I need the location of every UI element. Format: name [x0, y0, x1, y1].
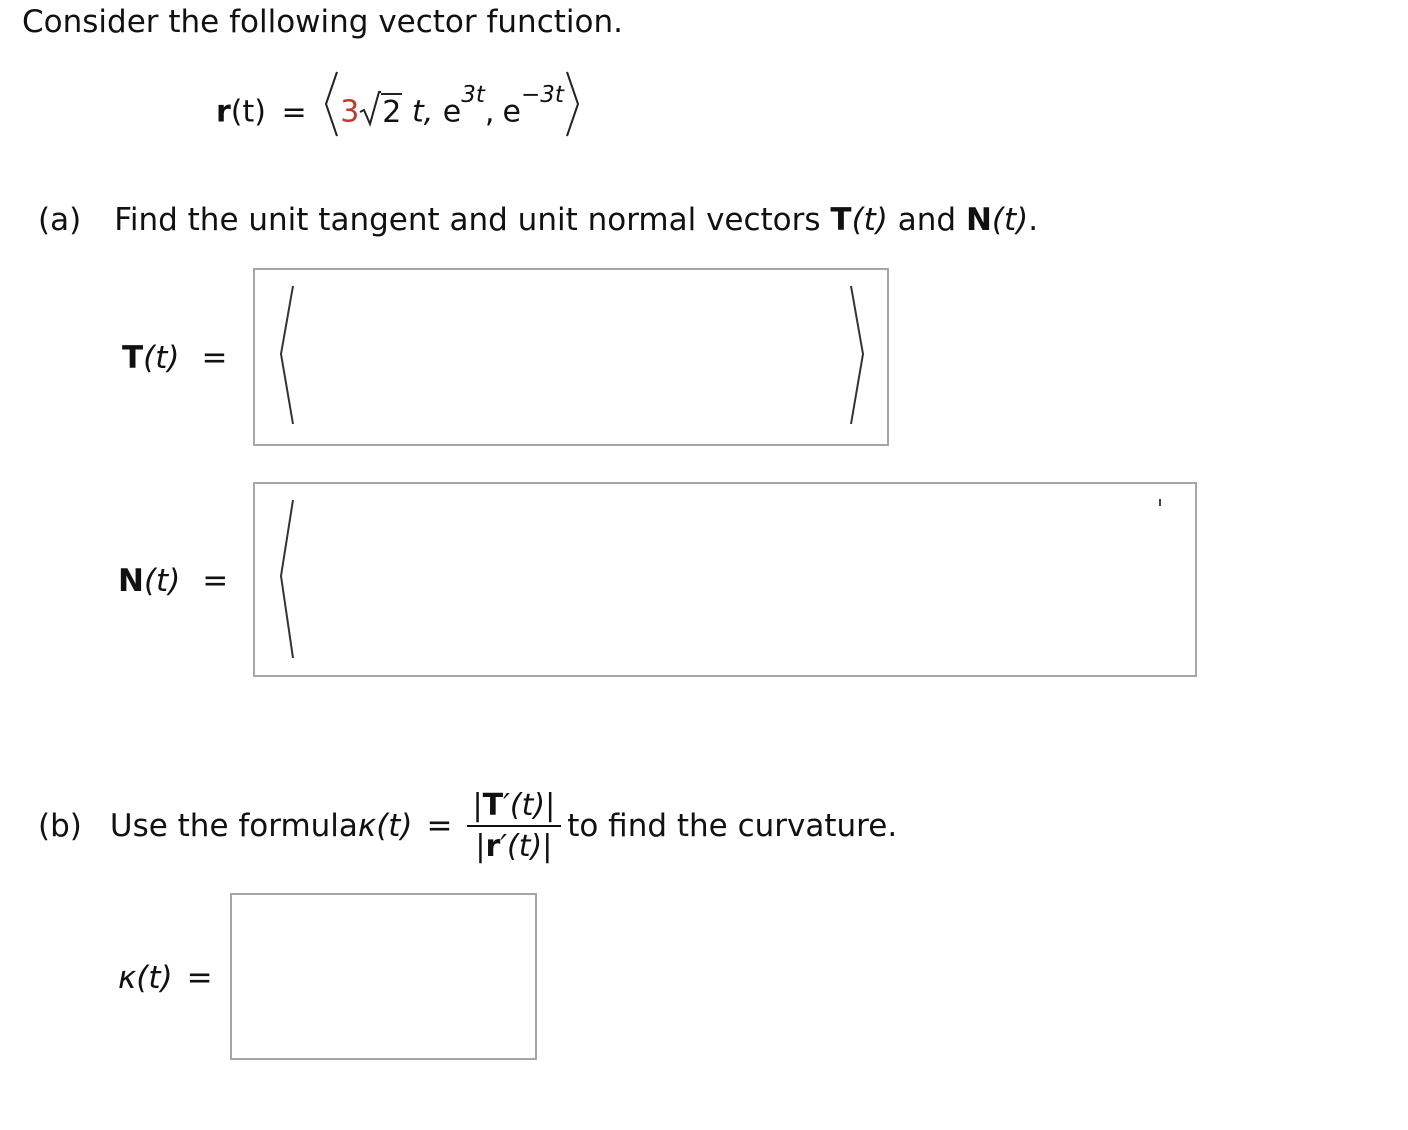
- equals-sign: =: [426, 808, 453, 844]
- kappa-symbol: κ: [357, 808, 377, 844]
- normal-vector-input[interactable]: [253, 482, 1197, 677]
- tangent-vector-input[interactable]: [253, 268, 889, 446]
- left-angle-bracket-icon: [279, 285, 294, 425]
- part-a-heading: (a) Find the unit tangent and unit norma…: [38, 202, 1038, 238]
- right-angle-bracket-icon: [565, 71, 579, 137]
- function-arg: (t): [230, 94, 266, 130]
- right-angle-bracket-icon: [850, 285, 865, 425]
- coefficient: 3: [340, 94, 360, 130]
- function-name: r: [216, 94, 231, 130]
- component-3-base: e: [502, 94, 521, 130]
- comma: ,: [484, 94, 495, 130]
- part-b-label: (b): [38, 808, 82, 844]
- equals-sign: =: [281, 94, 307, 130]
- fraction-denominator: |r′(t)|: [475, 829, 553, 864]
- component-2-exponent: 3t: [461, 81, 485, 108]
- intro-text: Consider the following vector function.: [22, 4, 623, 40]
- component-2-base: e: [442, 94, 462, 130]
- part-a-text: Find the unit tangent and unit normal ve…: [114, 202, 1039, 238]
- left-angle-bracket-icon: [325, 71, 339, 137]
- curvature-label: κ(t) =: [118, 960, 213, 996]
- tangent-label: T(t) =: [122, 340, 228, 376]
- radicand: 2: [381, 92, 403, 130]
- curvature-input[interactable]: [230, 893, 537, 1060]
- left-angle-bracket-icon: [279, 499, 294, 659]
- kappa-arg: (t): [376, 808, 413, 844]
- curvature-formula-fraction: |T′(t)| |r′(t)|: [466, 788, 562, 864]
- component-3-exponent: −3t: [520, 81, 564, 108]
- component-1-variable: t,: [411, 94, 434, 130]
- part-b-heading: (b) Use the formula κ (t) = |T′(t)| |r′(t…: [38, 776, 897, 876]
- vector-function-equation: r(t) = 3 2 t, e3t, e−3t: [216, 71, 582, 166]
- text-cursor-icon: [1159, 499, 1161, 506]
- normal-label: N(t) =: [118, 563, 229, 599]
- part-a-label: (a): [38, 202, 82, 238]
- part-b-text-before: Use the formula: [109, 808, 358, 844]
- fraction-numerator: |T′(t)|: [466, 788, 562, 827]
- part-b-text-after: to find the curvature.: [567, 808, 898, 844]
- sqrt-icon: [359, 90, 382, 127]
